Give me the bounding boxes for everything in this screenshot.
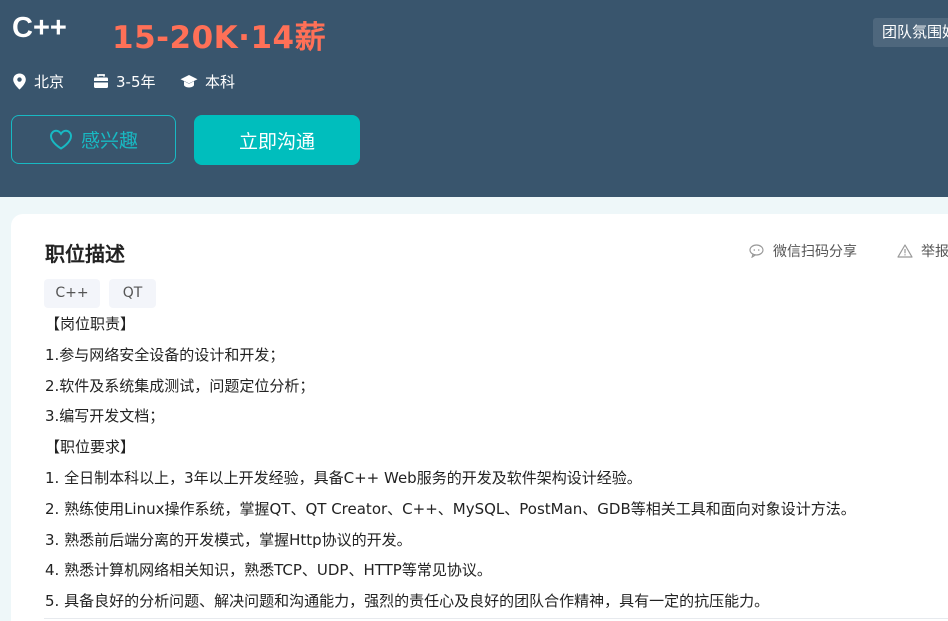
job-city: 北京 [12, 70, 64, 92]
description-line: 3. 熟悉前后端分离的开发模式，掌握Http协议的开发。 [45, 530, 412, 549]
description-line: 1. 全日制本科以上，3年以上开发经验，具备C++ Web服务的开发及软件架构设… [45, 468, 642, 487]
section-title: 职位描述 [45, 242, 125, 266]
divider [44, 618, 948, 619]
description-line: 【职位要求】 [45, 438, 136, 457]
city-label: 北京 [34, 72, 65, 91]
graduation-cap-icon [180, 74, 198, 87]
description-line: 1.参与网络安全设备的设计和开发； [45, 345, 285, 364]
share-label: 微信扫码分享 [773, 244, 857, 260]
briefcase-icon [94, 73, 108, 88]
wechat-icon [749, 244, 764, 258]
job-experience: 3-5年 [93, 70, 156, 92]
description-line: 2. 熟练使用Linux操作系统，掌握QT、QT Creator、C++、MyS… [45, 499, 856, 518]
job-title: C++ [12, 12, 67, 44]
description-line: 2.软件及系统集成测试，问题定位分析； [45, 376, 315, 395]
team-tag: 团队氛围好 [873, 18, 948, 47]
warning-icon [897, 244, 913, 258]
interest-label: 感兴趣 [80, 130, 138, 152]
job-description-text: 【岗位职责】 1.参与网络安全设备的设计和开发； 2.软件及系统集成测试，问题定… [45, 309, 935, 617]
job-header: C++ 15-20K·14薪 团队氛围好 北京 3-5年 本科 感兴趣 立即沟通 [0, 0, 948, 197]
skill-tag: QT [109, 279, 156, 308]
location-icon [13, 73, 26, 89]
job-education: 本科 [180, 70, 235, 92]
description-line: 4. 熟悉计算机网络相关知识，熟悉TCP、UDP、HTTP等常见协议。 [45, 561, 492, 580]
chat-now-button[interactable]: 立即沟通 [194, 115, 360, 165]
skill-tag: C++ [44, 279, 100, 308]
heart-icon [49, 129, 72, 150]
interest-button[interactable]: 感兴趣 [11, 115, 176, 164]
description-line: 3.编写开发文档； [45, 407, 165, 426]
description-line: 【岗位职责】 [45, 315, 136, 333]
salary: 15-20K·14薪 [112, 20, 327, 56]
experience-label: 3-5年 [116, 72, 156, 91]
chat-now-label: 立即沟通 [238, 130, 315, 153]
report-label: 举报 [921, 244, 948, 260]
wechat-share-button[interactable]: 微信扫码分享 [749, 241, 857, 261]
education-label: 本科 [205, 72, 236, 91]
report-button[interactable]: 举报 [897, 241, 948, 261]
description-line: 5. 具备良好的分析问题、解决问题和沟通能力，强烈的责任心及良好的团队合作精神，… [45, 592, 770, 611]
